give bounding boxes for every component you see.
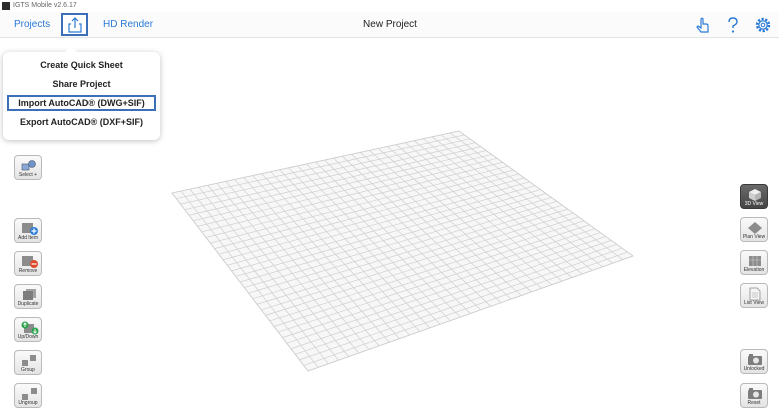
menu-item-import-autocad[interactable]: Import AutoCAD® (DWG+SIF) <box>7 95 156 111</box>
ungroup-button[interactable]: Ungroup <box>14 383 42 408</box>
remove-button[interactable]: Remove <box>14 251 42 276</box>
camera-unlocked-button[interactable]: Unlocked <box>740 349 768 374</box>
add-item-button[interactable]: Add Item <box>14 218 42 243</box>
select-button[interactable]: Select + <box>14 155 42 180</box>
list-view-icon <box>749 287 761 301</box>
up-down-icon <box>21 321 39 335</box>
elevation-icon <box>749 256 761 266</box>
elevation-button[interactable]: Elevation <box>740 250 768 275</box>
menu-item-share-project[interactable]: Share Project <box>7 76 156 92</box>
duplicate-icon <box>23 289 36 300</box>
group-icon <box>22 355 36 366</box>
select-shapes-icon <box>21 160 36 171</box>
remove-item-icon <box>22 256 38 268</box>
list-view-button[interactable]: List View <box>740 283 768 308</box>
cube-icon <box>749 189 761 201</box>
ungroup-icon <box>22 388 37 400</box>
camera-unlocked-icon <box>748 354 762 365</box>
menu-item-create-quick-sheet[interactable]: Create Quick Sheet <box>7 57 156 73</box>
menu-caret <box>65 46 77 52</box>
group-button[interactable]: Group <box>14 350 42 375</box>
share-menu: Create Quick Sheet Share Project Import … <box>3 46 160 140</box>
camera-reset-button[interactable]: Reset <box>740 383 768 408</box>
duplicate-button[interactable]: Duplicate <box>14 284 42 309</box>
3d-view-button[interactable]: 3D View <box>740 184 768 209</box>
plan-view-button[interactable]: Plan View <box>740 217 768 242</box>
plan-view-icon <box>748 222 762 234</box>
menu-item-export-autocad[interactable]: Export AutoCAD® (DXF+SIF) <box>7 114 156 130</box>
camera-reset-icon <box>748 388 762 399</box>
up-down-button[interactable]: Up/Down <box>14 317 42 342</box>
add-item-icon <box>22 223 38 235</box>
